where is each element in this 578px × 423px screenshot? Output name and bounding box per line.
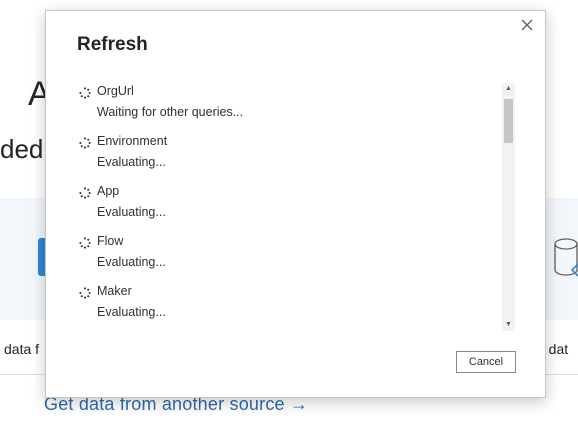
scroll-up-icon[interactable]: ▲ [502, 83, 515, 95]
scroll-down-icon[interactable]: ▼ [502, 319, 515, 331]
list-item: App Evaluating... [77, 183, 497, 233]
query-status: Evaluating... [97, 305, 166, 319]
query-name: Maker [97, 284, 132, 298]
tile-label-left[interactable]: data f [4, 341, 39, 357]
spinner-icon [79, 186, 91, 199]
query-list-scrollbar[interactable]: ▲ ▼ [502, 83, 515, 331]
cancel-button[interactable]: Cancel [456, 351, 516, 373]
close-icon[interactable] [519, 17, 535, 33]
dialog-title: Refresh [77, 34, 148, 55]
query-name: Environment [97, 134, 168, 148]
query-name: OrgUrl [97, 84, 134, 98]
list-item: OrgUrl Waiting for other queries... [77, 83, 497, 133]
query-status: Waiting for other queries... [97, 105, 244, 119]
page-subheading: ded, [0, 134, 51, 164]
spinner-icon [79, 286, 91, 299]
spinner-icon [79, 86, 91, 99]
query-list: OrgUrl Waiting for other queries... Envi… [77, 83, 497, 333]
query-status: Evaluating... [97, 155, 166, 169]
query-status: Evaluating... [97, 205, 166, 219]
list-item: Flow Evaluating... [77, 233, 497, 283]
list-item: Environment Evaluating... [77, 133, 497, 183]
scroll-thumb[interactable] [504, 99, 513, 143]
query-name: Flow [97, 234, 124, 248]
refresh-dialog: Refresh OrgUrl Waiting for other queries… [45, 10, 546, 398]
query-name: App [97, 184, 120, 198]
spinner-icon [79, 136, 91, 149]
cylinder-icon [552, 236, 578, 280]
spinner-icon [79, 236, 91, 249]
list-item: Maker Evaluating... [77, 283, 497, 333]
query-status: Evaluating... [97, 255, 166, 269]
